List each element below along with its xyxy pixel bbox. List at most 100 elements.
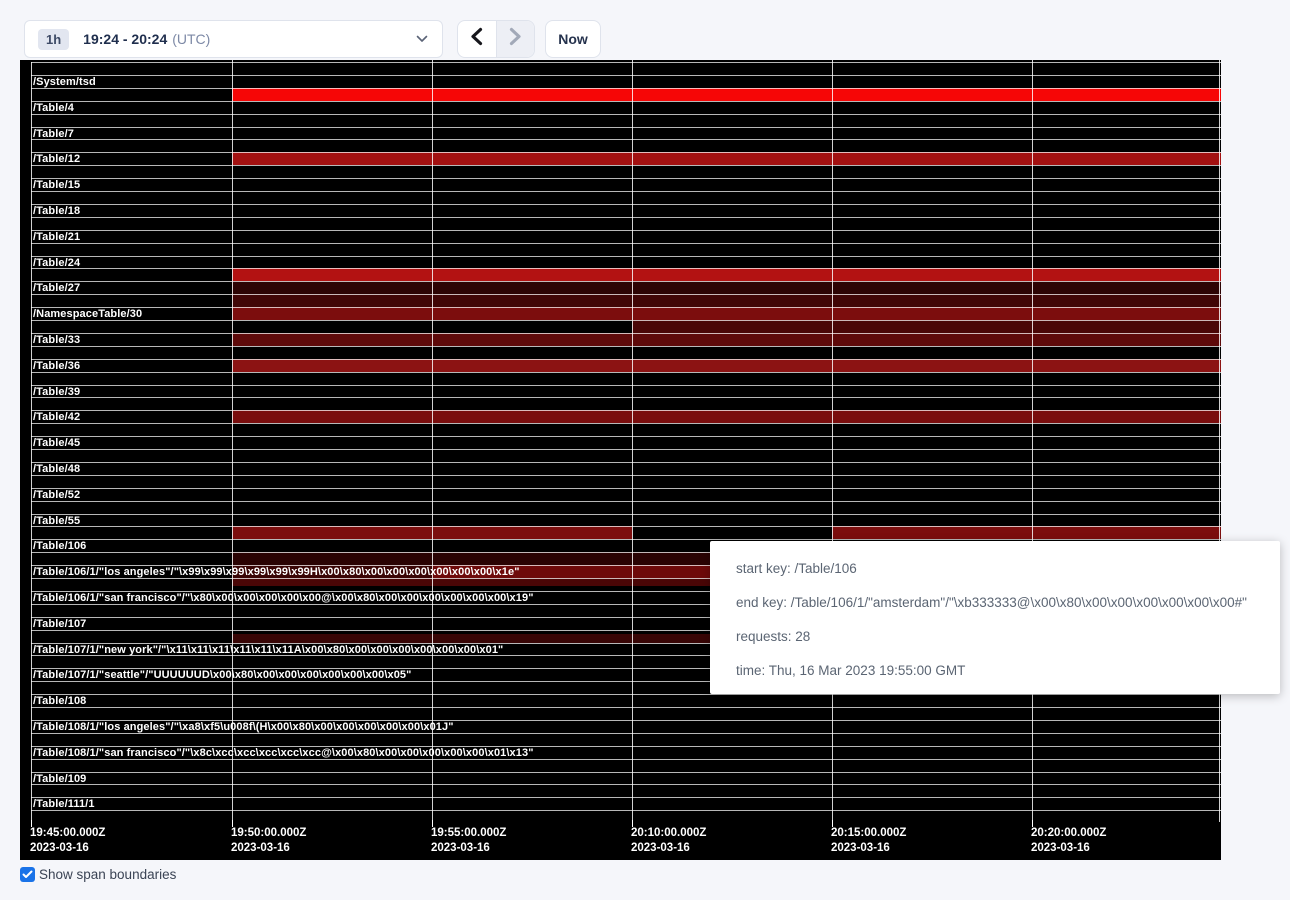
now-button-label: Now [558, 31, 588, 47]
x-axis-date: 2023-03-16 [831, 841, 906, 856]
row-label: /Table/108/1/"los angeles"/"\xa8\xf5\u00… [33, 721, 454, 733]
time-gridline [832, 60, 833, 822]
span-boundary-line [31, 101, 1221, 102]
span-boundary-line [31, 127, 1221, 128]
span-boundary-line [31, 784, 1221, 785]
row-label: /Table/27 [33, 282, 80, 294]
time-gridline [632, 60, 633, 822]
heat-band [232, 88, 1221, 101]
x-axis-label: 19:50:00.000Z2023-03-16 [231, 826, 306, 856]
row-label: /Table/108/1/"san francisco"/"\x8c\xcc\x… [33, 747, 534, 759]
x-axis-time: 19:50:00.000Z [231, 826, 306, 841]
heat-band [232, 268, 1221, 281]
heat-band [232, 333, 1221, 346]
span-boundary-line [31, 694, 1221, 695]
span-boundary-line [31, 514, 1221, 515]
x-axis-time: 20:10:00.000Z [631, 826, 706, 841]
span-boundary-line [31, 707, 1221, 708]
row-label: /NamespaceTable/30 [33, 308, 142, 320]
heat-band [632, 320, 1221, 333]
row-label: /Table/39 [33, 386, 80, 398]
span-boundary-line [31, 281, 1221, 282]
heat-band [232, 307, 1221, 320]
row-label: /Table/33 [33, 334, 80, 346]
row-label: /Table/106 [33, 540, 86, 552]
chevron-right-icon [508, 27, 523, 51]
span-boundary-line [31, 772, 1221, 773]
tooltip-end-key: end key: /Table/106/1/"amsterdam"/"\xb33… [736, 586, 1270, 620]
row-label: /Table/52 [33, 489, 80, 501]
x-axis-label: 20:20:00.000Z2023-03-16 [1031, 826, 1106, 856]
time-range-text: 19:24 - 20:24 [83, 31, 167, 47]
row-label: /Table/7 [33, 128, 74, 140]
row-label: /Table/106/1/"san francisco"/"\x80\x00\x… [33, 592, 534, 604]
row-label: /Table/42 [33, 411, 80, 423]
span-boundary-line [31, 191, 1221, 192]
span-boundary-line [31, 333, 1221, 334]
row-label: /Table/18 [33, 205, 80, 217]
x-axis-time: 19:45:00.000Z [30, 826, 105, 841]
x-axis-date: 2023-03-16 [431, 841, 506, 856]
row-label: /Table/111/1 [33, 798, 95, 810]
span-boundary-line [31, 449, 1221, 450]
now-button[interactable]: Now [545, 20, 601, 58]
row-label: /Table/15 [33, 179, 80, 191]
span-boundary-line [31, 217, 1221, 218]
time-gridline [1219, 60, 1220, 822]
tooltip-time: time: Thu, 16 Mar 2023 19:55:00 GMT [736, 654, 1270, 688]
span-boundary-line [31, 307, 1221, 308]
row-label: /System/tsd [33, 76, 96, 88]
show-span-boundaries-checkbox[interactable] [20, 867, 35, 882]
x-axis-date: 2023-03-16 [1031, 841, 1106, 856]
span-boundary-line [31, 165, 1221, 166]
heat-band [232, 359, 1221, 372]
x-axis-label: 20:15:00.000Z2023-03-16 [831, 826, 906, 856]
show-span-boundaries-control: Show span boundaries [20, 867, 176, 882]
show-span-boundaries-label[interactable]: Show span boundaries [39, 867, 176, 882]
span-boundary-line [31, 423, 1221, 424]
x-axis-label: 20:10:00.000Z2023-03-16 [631, 826, 706, 856]
next-time-button[interactable] [497, 21, 535, 57]
key-visualizer-canvas[interactable]: /System/tsd/Table/4/Table/7/Table/12/Tab… [20, 60, 1221, 860]
heat-band [832, 526, 1221, 539]
row-label: /Table/109 [33, 773, 86, 785]
row-label: /Table/45 [33, 437, 80, 449]
time-gridline [432, 60, 433, 822]
prev-time-button[interactable] [458, 21, 497, 57]
row-label: /Table/55 [33, 515, 80, 527]
span-boundary-line [31, 385, 1221, 386]
span-boundary-line [31, 256, 1221, 257]
duration-badge: 1h [38, 29, 69, 50]
tooltip-start-key: start key: /Table/106 [736, 552, 1270, 586]
row-label: /Table/21 [33, 231, 80, 243]
x-axis-label: 19:45:00.000Z2023-03-16 [30, 826, 105, 856]
span-boundary-line [31, 294, 1221, 295]
x-axis-time: 19:55:00.000Z [431, 826, 506, 841]
span-boundary-line [31, 436, 1221, 437]
x-axis-time: 20:20:00.000Z [1031, 826, 1106, 841]
span-boundary-line [31, 810, 1221, 811]
row-label: /Table/12 [33, 153, 80, 165]
span-boundary-line [31, 475, 1221, 476]
span-boundary-line [31, 797, 1221, 798]
row-label: /Table/108 [33, 695, 86, 707]
time-gridline [1032, 60, 1033, 822]
x-axis-label: 19:55:00.000Z2023-03-16 [431, 826, 506, 856]
time-range-selector[interactable]: 1h 19:24 - 20:24 (UTC) [24, 20, 443, 58]
x-axis-date: 2023-03-16 [231, 841, 306, 856]
span-boundary-line [31, 359, 1221, 360]
span-boundary-line [31, 114, 1221, 115]
row-label: /Table/4 [33, 102, 74, 114]
time-nav-group [457, 20, 535, 58]
span-boundary-line [31, 488, 1221, 489]
row-label: /Table/107/1/"new york"/"\x11\x11\x11\x1… [33, 644, 503, 656]
span-boundary-line [31, 462, 1221, 463]
span-boundary-line [31, 139, 1221, 140]
span-boundary-line [31, 62, 1221, 63]
heat-band [232, 152, 1221, 165]
span-boundary-line [31, 88, 1221, 89]
span-boundary-line [31, 346, 1221, 347]
span-boundary-line [31, 204, 1221, 205]
x-axis-time: 20:15:00.000Z [831, 826, 906, 841]
span-boundary-line [31, 243, 1221, 244]
